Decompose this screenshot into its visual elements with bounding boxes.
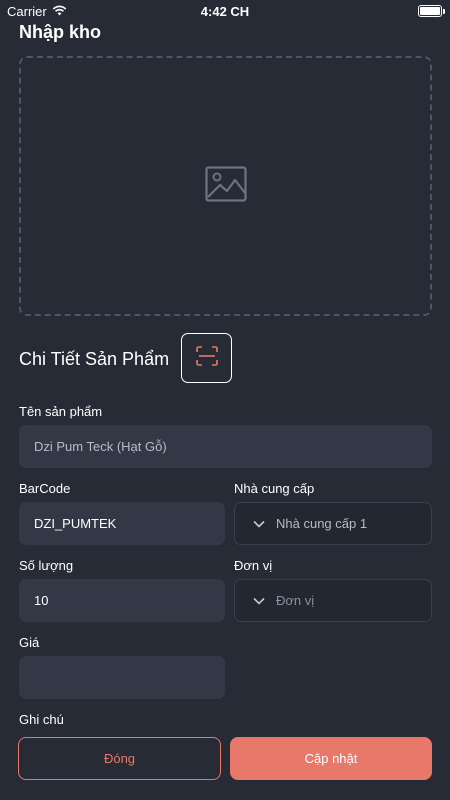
battery-icon	[418, 5, 445, 17]
note-label: Ghi chú	[19, 712, 64, 727]
barcode-label: BarCode	[19, 481, 71, 496]
section-title: Chi Tiết Sản Phẩm	[19, 349, 170, 369]
quantity-input[interactable]: 10	[19, 579, 225, 622]
image-upload-area[interactable]	[19, 56, 432, 316]
product-name-value: Dzi Pum Teck (Hạt Gỗ)	[34, 439, 167, 454]
scan-barcode-button[interactable]	[181, 333, 232, 383]
price-input[interactable]	[19, 656, 225, 699]
supplier-value: Nhà cung cấp 1	[276, 516, 368, 531]
product-name-label: Tên sản phẩm	[19, 404, 103, 419]
chevron-down-icon	[253, 520, 265, 528]
product-name-input[interactable]: Dzi Pum Teck (Hạt Gỗ)	[19, 425, 432, 468]
quantity-label: Số lượng	[19, 558, 74, 573]
unit-label: Đơn vị	[234, 558, 273, 573]
close-button[interactable]: Đóng	[18, 737, 221, 780]
price-label: Giá	[19, 635, 40, 650]
page-title: Nhập kho	[19, 22, 102, 42]
update-button[interactable]: Cập nhật	[230, 737, 432, 780]
image-placeholder-icon	[204, 165, 247, 207]
barcode-input[interactable]: DZI_PUMTEK	[19, 502, 225, 545]
unit-select[interactable]: Đơn vị	[234, 579, 432, 622]
barcode-value: DZI_PUMTEK	[34, 516, 117, 531]
chevron-down-icon	[253, 597, 265, 605]
quantity-value: 10	[34, 593, 49, 608]
supplier-label: Nhà cung cấp	[234, 481, 315, 496]
status-bar: Carrier 4:42 CH	[0, 0, 450, 22]
scan-icon	[195, 345, 218, 371]
status-time: 4:42 CH	[200, 4, 250, 19]
unit-placeholder: Đơn vị	[276, 593, 315, 608]
supplier-select[interactable]: Nhà cung cấp 1	[234, 502, 432, 545]
